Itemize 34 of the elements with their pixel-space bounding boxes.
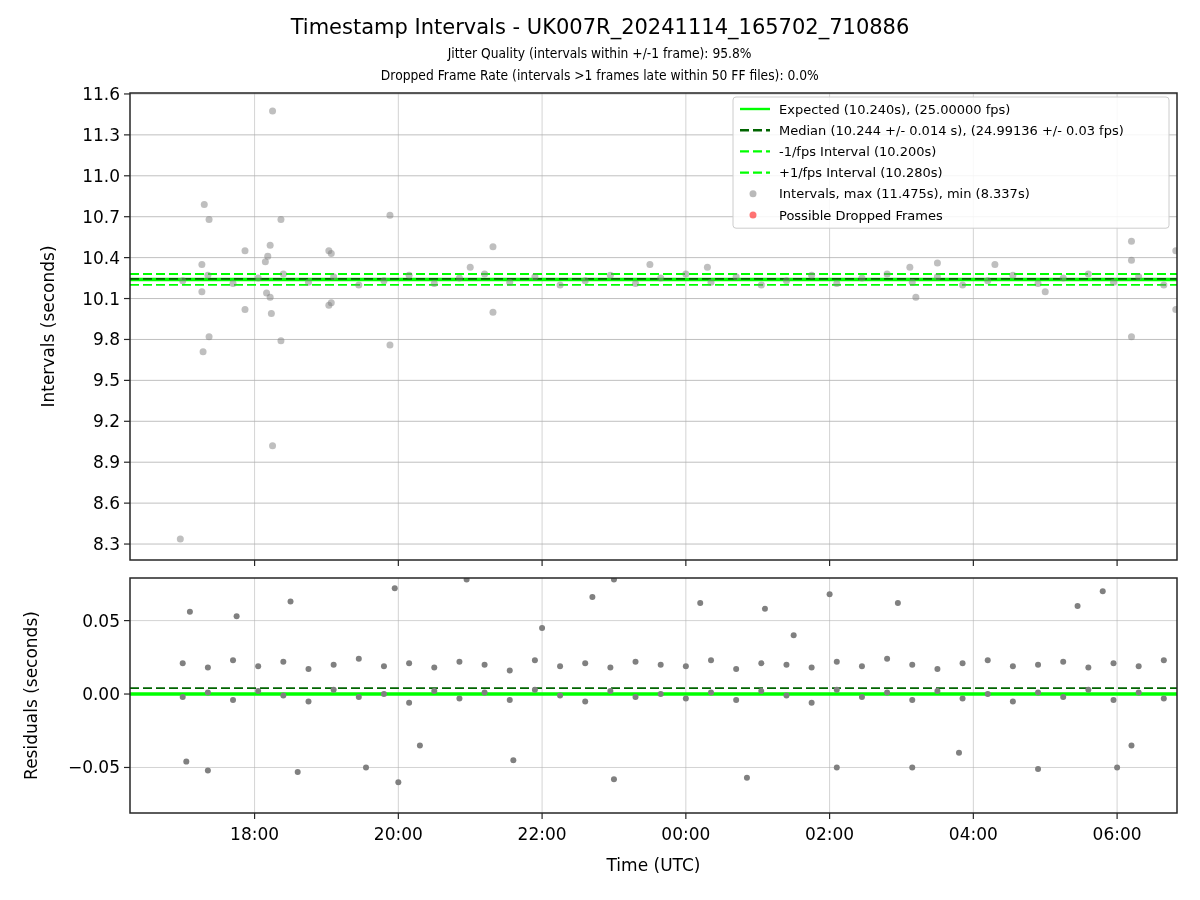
tick-label: −0.05 xyxy=(67,757,120,778)
tick-label: 8.3 xyxy=(92,534,120,555)
tick-label: 11.6 xyxy=(82,83,120,104)
figure-title: Timestamp Intervals - UK007R_20241114_165702_710886 xyxy=(290,14,910,42)
legend-label: +1/fps Interval (10.280s) xyxy=(779,165,943,181)
tick-label: 8.9 xyxy=(92,452,120,473)
legend-label: -1/fps Interval (10.200s) xyxy=(779,143,937,159)
tick-label: 10.1 xyxy=(82,288,120,309)
figure-subtitle: Jitter Quality (intervals within +/-1 frame): 95.8% xyxy=(448,44,752,63)
axis-label: Intervals (seconds) xyxy=(38,245,58,408)
tick-label: 06:00 xyxy=(1092,824,1142,844)
tick-label: 9.8 xyxy=(92,329,120,350)
tick-label: 9.5 xyxy=(92,370,120,391)
tick-label: 00:00 xyxy=(661,824,711,844)
tick-label: 20:00 xyxy=(373,824,423,844)
legend-label: Expected (10.240s), (25.00000 fps) xyxy=(779,101,1011,117)
tick-label: 8.6 xyxy=(92,493,120,514)
tick-label: 22:00 xyxy=(517,824,567,844)
tick-label: 11.3 xyxy=(82,124,120,145)
tick-label: 10.7 xyxy=(82,206,120,227)
legend-label: Possible Dropped Frames xyxy=(779,207,943,223)
legend-label: Median (10.244 +/- 0.014 s), (24.99136 +/- 0.03 fps) xyxy=(779,122,1124,138)
tick-label: 02:00 xyxy=(805,824,855,844)
tick-label: 10.4 xyxy=(82,247,120,268)
tick-label: 9.2 xyxy=(92,411,120,432)
tick-label: 18:00 xyxy=(230,824,280,844)
legend-label: Intervals, max (11.475s), min (8.337s) xyxy=(779,186,1030,202)
axis-label: Residuals (seconds) xyxy=(21,611,41,780)
tick-label: 0.00 xyxy=(82,684,120,705)
tick-label: 04:00 xyxy=(948,824,998,844)
tick-label: 0.05 xyxy=(82,610,120,631)
axis-label: Time (UTC) xyxy=(606,855,701,875)
figure-subtitle: Dropped Frame Rate (intervals >1 frames late within 50 FF files): 0.0% xyxy=(381,66,819,85)
tick-label: 11.0 xyxy=(82,165,120,186)
